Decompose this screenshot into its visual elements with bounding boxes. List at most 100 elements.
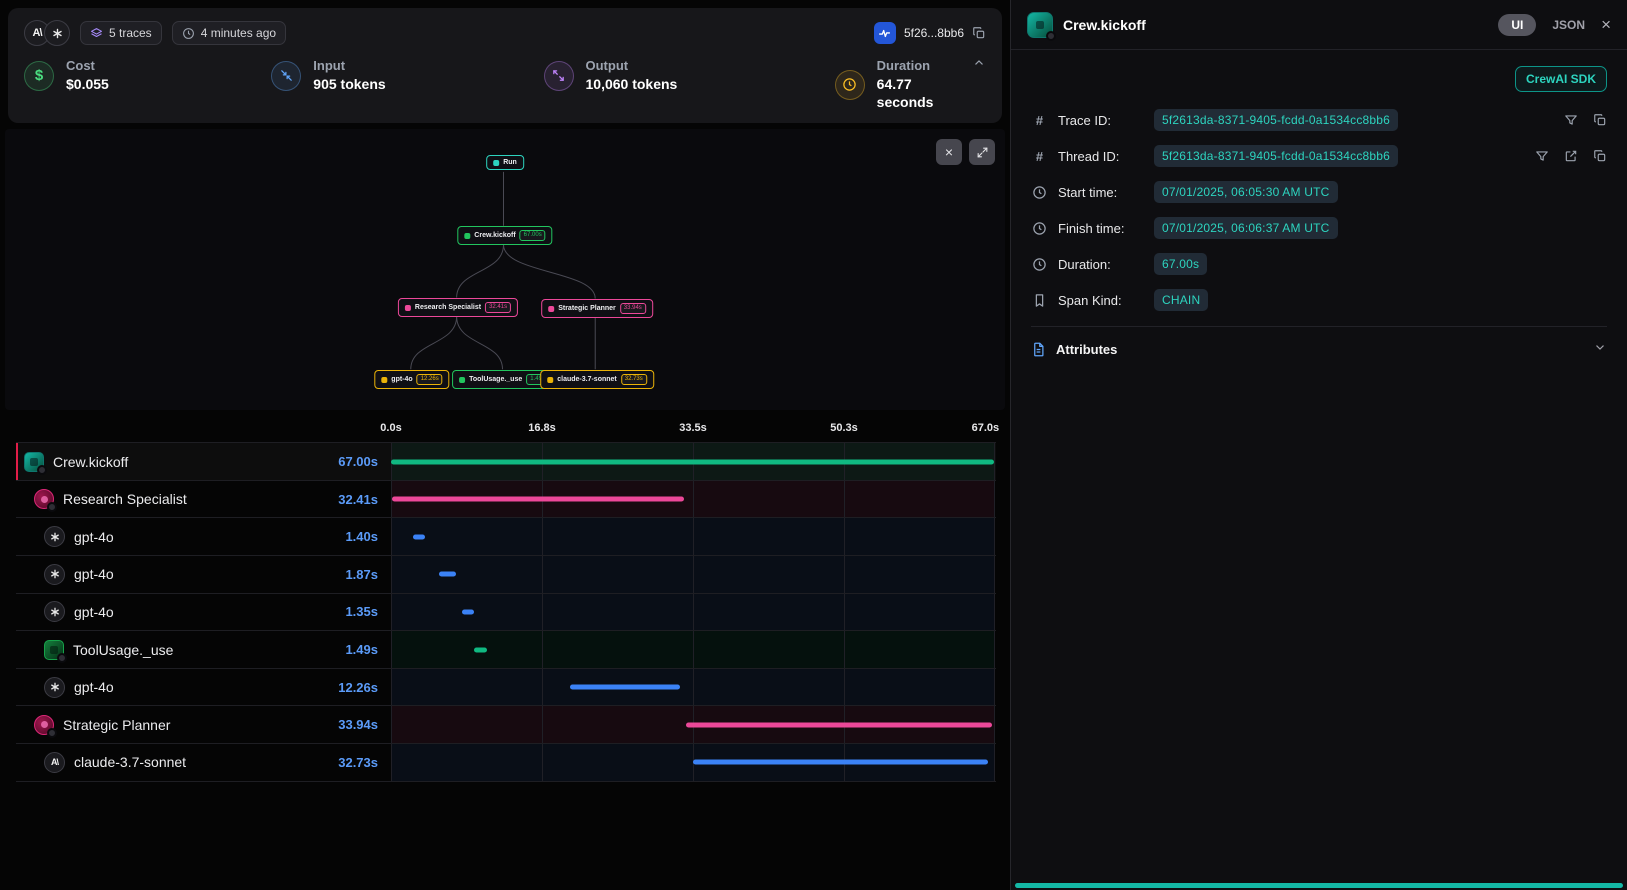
graph-node-label: claude-3.7-sonnet (557, 376, 617, 383)
span-name: gpt-4o (74, 566, 114, 582)
span-name: gpt-4o (74, 679, 114, 695)
graph-node-research-specialist[interactable]: Research Specialist 32.41s (398, 298, 518, 317)
span-duration: 1.35s (345, 604, 391, 619)
tab-ui[interactable]: UI (1498, 14, 1536, 36)
field-label: Thread ID: (1058, 149, 1144, 164)
graph-node-dot (547, 377, 553, 383)
clock-icon (182, 27, 195, 40)
field-label: Finish time: (1058, 221, 1144, 236)
graph-node-dot (459, 377, 465, 383)
timeline-row-track (391, 706, 995, 743)
graph-node-badge: 33.94s (620, 303, 646, 314)
span-duration: 1.40s (345, 529, 391, 544)
close-graph-button[interactable]: × (936, 139, 962, 165)
span-duration-bar[interactable] (474, 647, 487, 652)
span-duration: 32.41s (338, 492, 391, 507)
span-name: gpt-4o (74, 529, 114, 545)
trace-activity-icon-button[interactable] (874, 22, 896, 44)
stat-input: Input905 tokens (271, 58, 543, 93)
openai-logo-icon (44, 601, 65, 622)
span-duration-bar[interactable] (413, 534, 426, 539)
stat-cost: $ Cost$0.055 (24, 58, 271, 93)
timeline-row-3[interactable]: gpt-4o 1.87s (16, 556, 996, 594)
graph-node-run[interactable]: Run (486, 155, 524, 170)
copy-trace-id-button[interactable] (1593, 113, 1607, 127)
graph-node-dot (381, 377, 387, 383)
graph-node-badge: 12.26s (417, 374, 443, 385)
provider-logos: A\ (24, 20, 70, 46)
span-duration-bar[interactable] (693, 760, 988, 765)
graph-node-strategic-planner[interactable]: Strategic Planner 33.94s (541, 299, 653, 318)
filter-icon (1564, 113, 1578, 127)
timeline-row-track (391, 744, 995, 781)
agent-icon (34, 715, 54, 735)
anthropic-logo-icon: A\ (44, 752, 65, 773)
collapse-stats-button[interactable] (972, 56, 986, 70)
span-duration-bar[interactable] (439, 572, 456, 577)
timeline-row-4[interactable]: gpt-4o 1.35s (16, 594, 996, 632)
graph-node-dot (464, 233, 470, 239)
span-duration-bar[interactable] (462, 609, 474, 614)
graph-node-label: Crew.kickoff (474, 232, 515, 239)
detail-panel-content: CrewAI SDK # Trace ID: 5f2613da-8371-940… (1011, 50, 1627, 372)
timeline-row-label: gpt-4o 1.87s (16, 556, 391, 593)
field-actions (1564, 113, 1607, 127)
graph-node-badge: 67.00s (520, 230, 546, 241)
graph-node-dot (548, 306, 554, 312)
timeline-row-1[interactable]: Research Specialist 32.41s (16, 481, 996, 519)
stat-value: 10,060 tokens (586, 75, 678, 93)
sdk-badge-row: CrewAI SDK (1031, 50, 1607, 102)
span-duration-bar[interactable] (570, 685, 680, 690)
span-kind-value: CHAIN (1154, 289, 1208, 311)
tab-json[interactable]: JSON (1552, 18, 1585, 32)
expand-icon (976, 146, 989, 159)
open-thread-button[interactable] (1564, 149, 1578, 163)
traces-count-badge[interactable]: 5 traces (80, 21, 162, 45)
close-panel-button[interactable]: × (1601, 16, 1611, 33)
timeline-row-track (391, 518, 995, 555)
timeline-row-5[interactable]: ToolUsage._use 1.49s (16, 631, 996, 669)
horizontal-scrollbar[interactable] (1015, 883, 1623, 888)
copy-trace-id-button[interactable] (972, 26, 986, 40)
expand-graph-button[interactable] (969, 139, 995, 165)
graph-node-badge: 32.41s (485, 302, 511, 313)
graph-node-label: ToolUsage._use (469, 376, 522, 383)
copy-icon (972, 26, 986, 40)
span-duration-bar[interactable] (391, 459, 994, 464)
timeline-row-6[interactable]: gpt-4o 12.26s (16, 669, 996, 707)
icon-sub-badge (47, 728, 57, 738)
axis-tick: 67.0s (972, 422, 1000, 434)
timeline-row-8[interactable]: A\ claude-3.7-sonnet 32.73s (16, 744, 996, 782)
time-ago-badge: 4 minutes ago (172, 21, 286, 45)
timeline-row-2[interactable]: gpt-4o 1.40s (16, 518, 996, 556)
stats-row: $ Cost$0.055 Input905 tokens Output10,06… (24, 58, 986, 111)
trace-summary-card: A\ 5 traces 4 minutes ago (8, 8, 1002, 123)
timeline-row-7[interactable]: Strategic Planner 33.94s (16, 706, 996, 744)
span-duration: 33.94s (338, 717, 391, 732)
graph-node-crew-kickoff[interactable]: Crew.kickoff 67.00s (457, 226, 552, 245)
field-trace-id: # Trace ID: 5f2613da-8371-9405-fcdd-0a15… (1031, 102, 1607, 138)
span-name: gpt-4o (74, 604, 114, 620)
timeline-row-track (391, 594, 995, 631)
stat-label: Input (313, 58, 385, 75)
span-duration-bar[interactable] (686, 722, 991, 727)
span-duration: 1.87s (345, 567, 391, 582)
attributes-section-header[interactable]: Attributes (1031, 326, 1607, 372)
field-span-kind: Span Kind: CHAIN (1031, 282, 1607, 318)
stat-duration: Duration64.77 seconds (835, 58, 972, 111)
detail-panel-actions: UI JSON × (1498, 14, 1611, 36)
timeline-row-label: Strategic Planner 33.94s (16, 706, 391, 743)
copy-thread-id-button[interactable] (1593, 149, 1607, 163)
axis-tick: 0.0s (380, 422, 401, 434)
span-name: ToolUsage._use (73, 642, 173, 658)
span-name: Strategic Planner (63, 717, 170, 733)
graph-node-gpt-4o[interactable]: gpt-4o 12.26s (374, 370, 449, 389)
graph-node-claude-3-7-sonnet[interactable]: claude-3.7-sonnet 32.73s (540, 370, 654, 389)
field-label: Duration: (1058, 257, 1144, 272)
span-duration-bar[interactable] (392, 497, 684, 502)
filter-by-thread-id-button[interactable] (1535, 149, 1549, 163)
timeline-row-track (391, 556, 995, 593)
clock-icon (1031, 185, 1048, 200)
timeline-row-0[interactable]: Crew.kickoff 67.00s (16, 443, 996, 481)
filter-by-trace-id-button[interactable] (1564, 113, 1578, 127)
